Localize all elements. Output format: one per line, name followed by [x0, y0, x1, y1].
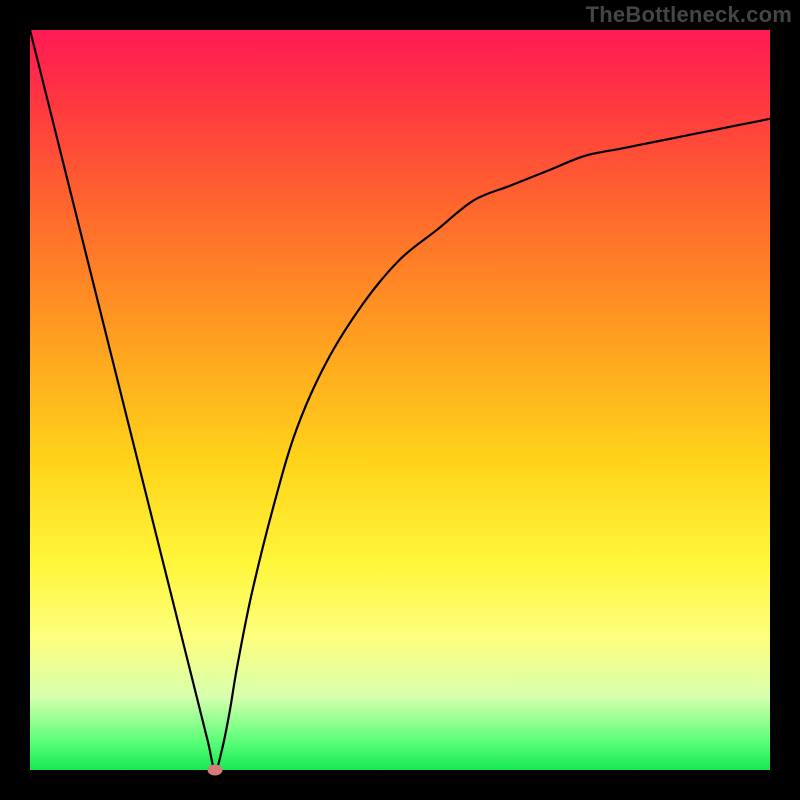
- chart-frame: TheBottleneck.com: [0, 0, 800, 800]
- minimum-marker: [208, 765, 223, 776]
- bottleneck-curve: [30, 30, 770, 770]
- plot-area: [30, 30, 770, 770]
- watermark-text: TheBottleneck.com: [586, 2, 792, 28]
